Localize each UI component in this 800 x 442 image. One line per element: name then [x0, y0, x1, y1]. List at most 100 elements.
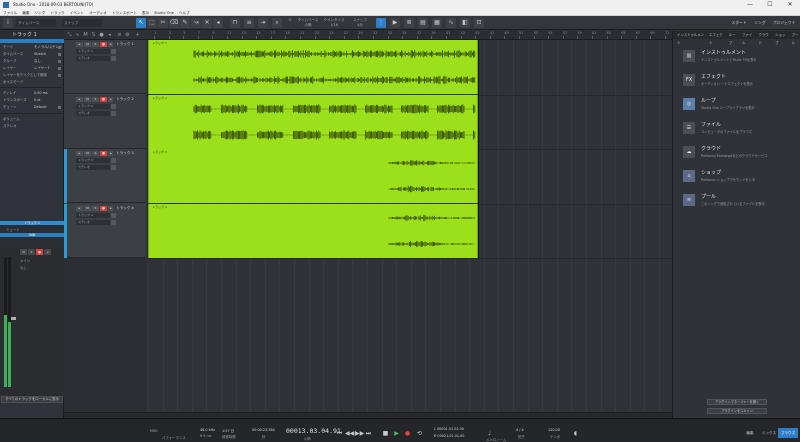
input-dropdown-icon[interactable]: [111, 49, 116, 54]
loop-end[interactable]: R 00021.01.01.00: [434, 434, 464, 438]
mute-all-icon[interactable]: M: [82, 32, 89, 39]
mute-button[interactable]: M: [20, 249, 27, 255]
browser-item-shop[interactable]: ⌂ ショップ PreSonus ショップでサウンドを入手: [679, 167, 799, 187]
channel-mode-select[interactable]: ステレオ: [76, 165, 110, 170]
quantize-select[interactable]: クオンタイズ 1/16: [322, 18, 346, 28]
tab-files[interactable]: ファイル: [742, 31, 755, 45]
quantize-toggle[interactable]: Q: [286, 18, 294, 28]
eraser-tool-button[interactable]: ⌫: [169, 18, 179, 28]
inspector-row-stereo[interactable]: ステレオ: [0, 123, 64, 129]
mute-button[interactable]: M: [84, 42, 91, 47]
record-arm-button[interactable]: ●: [100, 42, 107, 47]
mode-dropdown-icon[interactable]: [111, 219, 116, 225]
inspector-row-layer-takes[interactable]: レイヤーをテイクとして使用: [0, 72, 64, 78]
range-tool-button[interactable]: ⬚: [147, 18, 157, 28]
mute-tool-button[interactable]: ✕: [202, 18, 212, 28]
browser-item-cloud[interactable]: ☁ クラウド PreSonus Exchangeなどのクラウドサービス: [679, 143, 799, 163]
inspector-row-timebase[interactable]: タイムベース Stretch: [0, 51, 64, 57]
channel-mode-select[interactable]: ステレオ: [76, 219, 110, 225]
close-button[interactable]: ✕: [780, 0, 800, 10]
plugin-scan-button[interactable]: プラグインをスキャン: [707, 408, 767, 414]
loop-follow-button[interactable]: ▶: [390, 18, 400, 28]
inspector-row-voice[interactable]: ボイスモード: [0, 79, 64, 85]
inspector-row-tune[interactable]: チューン Default: [0, 104, 64, 110]
volume-icon[interactable]: ◖: [572, 430, 579, 437]
solo-button[interactable]: S: [92, 42, 99, 47]
record-button[interactable]: ●: [404, 430, 411, 437]
edit-view-button[interactable]: ∿: [446, 18, 456, 28]
timeline-ruler[interactable]: 1 3 5 7 9 11 13 15 17 19 21 23 25 27 29 31 33 35 37 39 41 43 4…: [152, 31, 672, 40]
zoom-button[interactable]: ⌕: [272, 18, 282, 28]
snap-field[interactable]: スナップ: [62, 19, 102, 27]
arrow-tool-button[interactable]: ↖: [136, 18, 146, 28]
metronome-button[interactable]: ♩: [486, 430, 493, 437]
output-label[interactable]: メイン: [20, 258, 30, 263]
expand-button[interactable]: ▸: [76, 205, 83, 211]
track-header[interactable]: ▸ M S ● ◂ トラック 3 トラック 3 ステレオ: [64, 149, 146, 203]
menu-edit[interactable]: 編集: [22, 10, 29, 15]
audio-clip[interactable]: トラック 2: [148, 94, 478, 149]
mixer-button[interactable]: ≣: [404, 18, 414, 28]
menu-track[interactable]: トラック: [50, 10, 64, 15]
tab-mix[interactable]: ミックス: [760, 428, 778, 438]
mute-button[interactable]: M: [84, 151, 91, 156]
input-dropdown-icon[interactable]: [111, 212, 116, 218]
input-select[interactable]: トラック 3: [76, 158, 110, 163]
expand-button[interactable]: ▸: [76, 96, 83, 102]
expand-button[interactable]: ▸: [76, 42, 83, 47]
tab-shop[interactable]: ショップ: [775, 31, 788, 45]
listen-tool-button[interactable]: ◂: [213, 18, 223, 28]
expand-button[interactable]: ▸: [76, 151, 83, 156]
sort-icon[interactable]: ≡: [116, 32, 123, 39]
time-signature[interactable]: 4 / 4: [516, 428, 524, 432]
menu-view[interactable]: 表示: [142, 10, 149, 15]
tab-edit[interactable]: 編集: [740, 428, 760, 438]
project-page-button[interactable]: プロジェクト: [770, 18, 798, 28]
tab-cloud[interactable]: クラウド: [759, 31, 772, 45]
audio-clip[interactable]: トラック 3: [148, 149, 478, 203]
record-all-icon[interactable]: ●: [98, 32, 105, 39]
rewind-button[interactable]: ◀◀: [345, 430, 354, 437]
browser-item-effects[interactable]: FX エフェクト オーディオ/ノートエフェクトを表示: [679, 71, 799, 91]
timebase-field[interactable]: タイムベース: [16, 19, 56, 27]
browser-item-instruments[interactable]: ▥ インストゥルメント インストゥルメントとMusic FXを表示: [679, 47, 799, 67]
menu-audio[interactable]: オーディオ: [89, 10, 107, 15]
bend-tool-button[interactable]: ↝: [191, 18, 201, 28]
forward-button[interactable]: ▶▶: [355, 430, 364, 437]
mute-button[interactable]: M: [84, 96, 91, 102]
input-select[interactable]: トラック 1: [76, 49, 110, 54]
track-name[interactable]: トラック 2: [116, 97, 134, 102]
solo-button[interactable]: S: [92, 205, 99, 211]
position-display[interactable]: 00013.03.04.91: [286, 427, 341, 435]
automation-icon[interactable]: ∿: [74, 32, 81, 39]
audio-clip[interactable]: トラック 4: [148, 203, 478, 258]
menu-studio-one[interactable]: Studio One: [154, 10, 174, 15]
inspector-row-delay[interactable]: ディレイ 0.00 ms: [0, 90, 64, 96]
volume-fader[interactable]: [11, 317, 16, 320]
channel-volume-bar[interactable]: 0dB: [0, 233, 64, 237]
mode-dropdown-icon[interactable]: [111, 56, 116, 61]
plugin-manager-button[interactable]: プラグインマネージャーを開く: [707, 399, 767, 405]
mute-button[interactable]: M: [84, 205, 91, 211]
input-select[interactable]: トラック 4: [76, 212, 110, 218]
maximize-button[interactable]: ☐: [760, 0, 780, 10]
input-label[interactable]: なし: [20, 265, 27, 270]
solo-button[interactable]: S: [28, 249, 35, 255]
show-all-tracks-button[interactable]: すべてのトラックをローカルに表示: [1, 396, 63, 403]
track-name[interactable]: トラック 3: [116, 151, 134, 156]
channel-mode-select[interactable]: ステレオ: [76, 56, 110, 61]
browser-item-pool[interactable]: ≋ プール このソングで使用されているファイルを表示: [679, 191, 799, 211]
settings-icon[interactable]: ⚙: [124, 32, 131, 39]
track-name[interactable]: トラック 4: [116, 206, 134, 211]
monitor-button[interactable]: ◂: [108, 205, 113, 211]
tab-pool[interactable]: プール: [792, 31, 800, 45]
mode-dropdown-icon[interactable]: [111, 165, 116, 170]
monitor-all-icon[interactable]: ◂: [106, 32, 113, 39]
snap-enable-button[interactable]: ⋮: [376, 18, 386, 28]
tab-effects[interactable]: エフェクト: [709, 31, 725, 45]
solo-all-icon[interactable]: S: [90, 32, 97, 39]
menu-song[interactable]: ソング: [35, 10, 46, 15]
browser-item-files[interactable]: ☰ ファイル コンピュータのファイルをブラウズ: [679, 119, 799, 139]
track-header[interactable]: ▸ M S ● ◂ トラック 4 トラック 4 ステレオ: [64, 203, 146, 258]
monitor-button[interactable]: ◂: [44, 249, 51, 255]
